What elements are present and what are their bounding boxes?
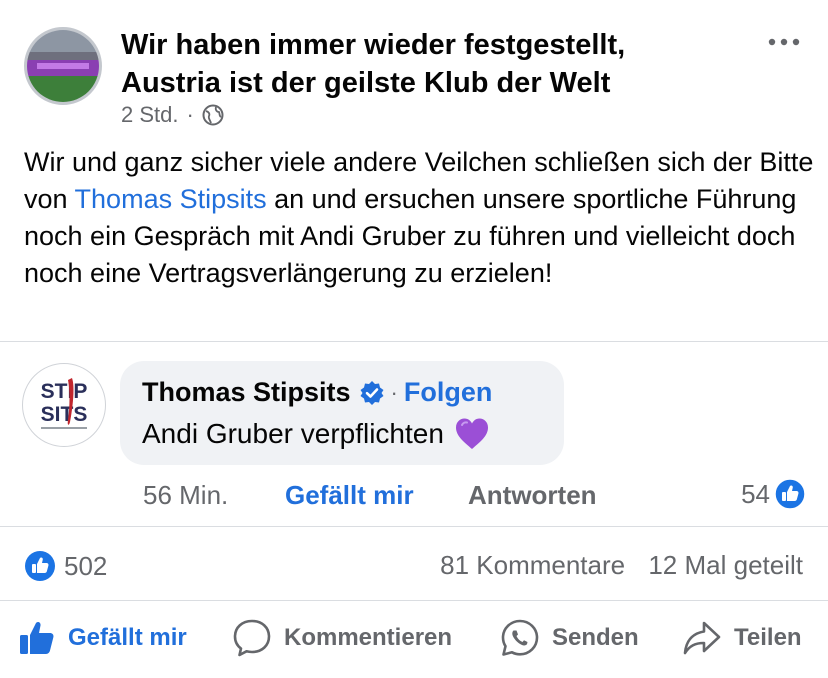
post-title[interactable]: Wir haben immer wieder festgestellt, Aus… bbox=[121, 26, 741, 102]
divider bbox=[0, 526, 828, 527]
comment-reply-button[interactable]: Antworten bbox=[468, 480, 597, 511]
more-options-icon[interactable] bbox=[766, 30, 802, 54]
post-stats: 502 81 Kommentare 12 Mal geteilt bbox=[0, 550, 828, 586]
avatar-logo-top: STIP bbox=[41, 380, 88, 403]
like-button-label: Gefällt mir bbox=[68, 624, 187, 651]
like-count: 502 bbox=[64, 550, 108, 581]
avatar-logo-bottom: SITS bbox=[41, 403, 88, 426]
comment-time[interactable]: 56 Min. bbox=[143, 480, 228, 511]
divider bbox=[0, 600, 828, 601]
like-button[interactable]: Gefällt mir bbox=[18, 615, 187, 661]
meta-separator: · bbox=[186, 102, 194, 127]
mention-link[interactable]: Thomas Stipsits bbox=[75, 184, 267, 214]
purple-heart-icon bbox=[455, 418, 488, 449]
follow-button[interactable]: Folgen bbox=[404, 377, 493, 408]
comment-count[interactable]: 81 Kommentare bbox=[440, 550, 625, 580]
group-avatar[interactable] bbox=[24, 27, 102, 105]
like-badge-icon bbox=[774, 478, 806, 510]
post-time[interactable]: 2 Std. bbox=[121, 102, 178, 128]
post-like-count[interactable]: 502 bbox=[24, 550, 107, 582]
comment-bubble-icon bbox=[233, 619, 271, 657]
post-header: Wir haben immer wieder festgestellt, Aus… bbox=[0, 0, 828, 140]
globe-icon bbox=[202, 104, 224, 126]
share-count[interactable]: 12 Mal geteilt bbox=[648, 550, 803, 580]
send-button-label: Senden bbox=[552, 624, 639, 651]
share-button[interactable]: Teilen bbox=[682, 615, 802, 661]
post-body: Wir und ganz sicher viele andere Veilche… bbox=[24, 144, 814, 292]
comment-text-row: Andi Gruber verpflichten bbox=[142, 417, 490, 451]
share-arrow-icon bbox=[683, 621, 721, 655]
comment-button[interactable]: Kommentieren bbox=[232, 615, 452, 661]
share-button-label: Teilen bbox=[734, 624, 802, 651]
comment-reaction-count: 54 bbox=[741, 478, 770, 509]
divider bbox=[0, 341, 828, 342]
like-badge-icon bbox=[25, 551, 55, 581]
comment-author-row: Thomas Stipsits · Folgen bbox=[142, 377, 492, 408]
comment-like-button[interactable]: Gefällt mir bbox=[285, 480, 414, 511]
post-counts: 81 Kommentare 12 Mal geteilt bbox=[440, 550, 803, 581]
comment-button-label: Kommentieren bbox=[284, 624, 453, 651]
follow-separator: · bbox=[390, 379, 398, 405]
thumbs-up-icon bbox=[20, 621, 54, 654]
comment-reactions[interactable]: 54 bbox=[741, 478, 806, 510]
whatsapp-icon bbox=[501, 619, 539, 656]
post-meta: 2 Std. · bbox=[121, 102, 224, 128]
action-bar: Gefällt mir Kommentieren Senden Teilen bbox=[0, 615, 828, 661]
comment-author[interactable]: Thomas Stipsits bbox=[142, 377, 351, 408]
send-button[interactable]: Senden bbox=[500, 615, 639, 661]
post-title-line1: Wir haben immer wieder festgestellt, bbox=[121, 29, 626, 61]
stadium-photo bbox=[27, 30, 99, 102]
comment-avatar[interactable]: STIP SITS bbox=[22, 363, 106, 447]
verified-icon bbox=[360, 380, 384, 405]
comment-bubble: Thomas Stipsits · Folgen Andi Gruber ver… bbox=[120, 361, 564, 465]
comment-text: Andi Gruber verpflichten bbox=[142, 418, 444, 449]
post-title-line2: Austria ist der geilste Klub der Welt bbox=[121, 67, 611, 99]
